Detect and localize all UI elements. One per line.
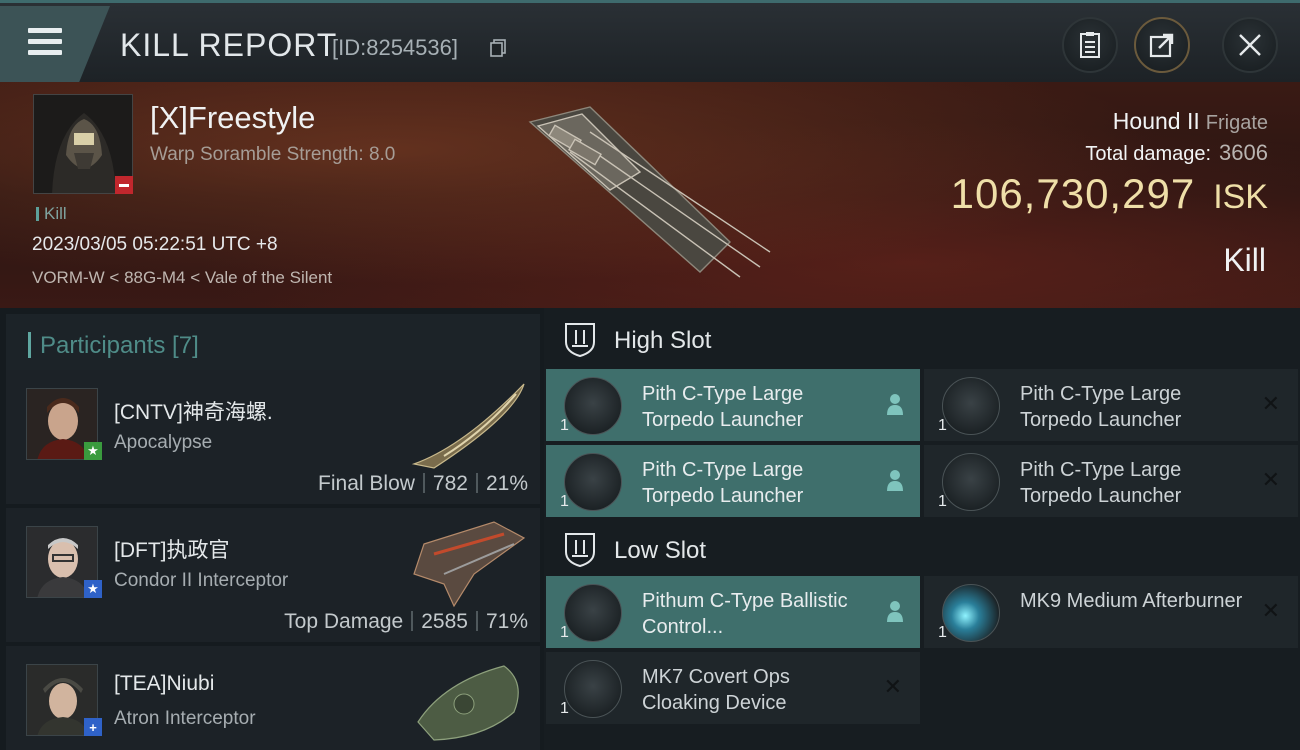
cloaking-device-icon (564, 660, 622, 718)
torpedo-launcher-icon (942, 377, 1000, 435)
afterburner-icon (942, 584, 1000, 642)
torpedo-launcher-icon (942, 453, 1000, 511)
module-name: MK7 Covert Ops Cloaking Device (642, 666, 790, 714)
victim-ship[interactable]: Hound II Frigate (1113, 108, 1268, 135)
close-icon (1239, 34, 1261, 56)
victim-ship-image[interactable] (520, 102, 790, 282)
ship-name: Hound II (1112, 108, 1200, 134)
report-id: [ID:8254536] (332, 35, 458, 60)
isk-value: 106,730,297 ISK (951, 170, 1268, 218)
module-item[interactable]: 1 Pithum C-Type Ballistic Control... (546, 576, 920, 648)
destroyed-x-icon: ✕ (883, 674, 902, 699)
menu-icon (28, 28, 62, 61)
high-slot-header: High Slot (544, 308, 1300, 368)
low-slot-label: Low Slot (614, 537, 707, 564)
module-quantity: 1 (938, 493, 947, 510)
destroyed-x-icon: ✕ (1261, 598, 1280, 623)
total-damage-label: Total damage: (1085, 143, 1212, 165)
isk-amount: 106,730,297 (950, 170, 1196, 217)
victim-summary: [X]Freestyle Warp Soramble Strength: 8.0… (0, 82, 1300, 308)
participant-row[interactable]: ★ [CNTV]神奇海螺. Apocalypse Final Blow 782 21… (6, 370, 540, 504)
module-quantity: 1 (560, 493, 569, 510)
participants-panel: Participants [7] ★ [CNTV]神奇海螺. Apocalyps… (0, 308, 544, 750)
share-icon (1149, 33, 1174, 58)
warp-scramble-strength: Warp Soramble Strength: 8.0 (150, 144, 396, 165)
participant-stats: Top Damage 2585 71% (284, 610, 528, 634)
participant-role: Top Damage (284, 610, 404, 633)
person-icon (887, 470, 903, 491)
module-name: MK9 Medium Afterburner (1020, 590, 1243, 612)
module-quantity: 1 (938, 624, 947, 641)
corp-star-badge: ★ (84, 580, 102, 598)
destroyed-x-icon: ✕ (1261, 391, 1280, 416)
page-title: KILL REPORT (120, 27, 338, 63)
participant-damage: 2585 (421, 610, 468, 633)
participant-percent: 21% (485, 472, 528, 495)
low-slot-header: Low Slot (544, 518, 1300, 578)
ally-star-badge: ★ (84, 442, 102, 460)
module-item[interactable]: 1 MK7 Covert Ops Cloaking Device ✕ (546, 652, 920, 724)
copy-icon[interactable] (490, 39, 506, 57)
participant-ship-image (411, 383, 525, 469)
participant-role: Final Blow (318, 472, 415, 495)
victim-name[interactable]: [X]Freestyle (150, 100, 315, 136)
module-item[interactable]: 1 Pith C-Type Large Torpedo Launcher (546, 445, 920, 517)
module-name: Pith C-Type Large Torpedo Launcher (642, 459, 804, 507)
module-name: Pith C-Type Large Torpedo Launcher (1020, 383, 1182, 431)
participant-ship: Apocalypse (114, 432, 213, 453)
isk-unit: ISK (1213, 178, 1268, 216)
high-slot-icon (565, 323, 595, 358)
participant-row[interactable]: + [TEA]Niubi Atron Interceptor (6, 646, 540, 750)
low-slot-icon (565, 533, 595, 568)
ship-class: Frigate (1205, 112, 1268, 134)
torpedo-launcher-icon (564, 377, 622, 435)
total-damage-value: 3606 (1219, 140, 1268, 165)
participant-ship-image (413, 521, 526, 608)
high-slot-label: High Slot (614, 327, 712, 354)
kill-tag: Kill (36, 204, 67, 224)
clipboard-icon (1080, 32, 1100, 58)
participant-name: [DFT]执政官 (114, 539, 230, 562)
module-item[interactable]: 1 Pith C-Type Large Torpedo Launcher ✕ (924, 445, 1298, 517)
menu-button[interactable] (0, 6, 110, 82)
participant-percent: 71% (485, 610, 528, 633)
torpedo-launcher-icon (564, 453, 622, 511)
participant-row[interactable]: ★ [DFT]执政官 Condor II Interceptor Top Dam… (6, 508, 540, 642)
participants-header: Participants [7] (6, 314, 540, 370)
module-quantity: 1 (560, 700, 569, 717)
person-icon (887, 394, 903, 415)
total-damage: Total damage: 3606 (1085, 140, 1268, 166)
top-bar: KILL REPORT [ID:8254536] (0, 0, 1300, 82)
kill-datetime: 2023/03/05 05:22:51 UTC +8 (32, 234, 278, 255)
participant-ship: Atron Interceptor (114, 708, 256, 729)
participant-name: [TEA]Niubi (114, 672, 215, 695)
participant-damage: 782 (432, 472, 468, 495)
module-quantity: 1 (560, 417, 569, 434)
destroyed-x-icon: ✕ (1261, 467, 1280, 492)
person-icon (887, 601, 903, 622)
module-quantity: 1 (560, 624, 569, 641)
participant-ship: Condor II Interceptor (114, 570, 289, 591)
participant-name: [CNTV]神奇海螺. (114, 401, 273, 424)
module-item[interactable]: 1 Pith C-Type Large Torpedo Launcher (546, 369, 920, 441)
close-button[interactable] (1222, 17, 1278, 73)
share-button[interactable] (1134, 17, 1190, 73)
participant-ship-image (417, 665, 519, 741)
module-name: Pith C-Type Large Torpedo Launcher (1020, 459, 1182, 507)
module-item[interactable]: 1 Pith C-Type Large Torpedo Launcher ✕ (924, 369, 1298, 441)
kill-result: Kill (1223, 242, 1266, 278)
fleet-plus-badge: + (84, 718, 102, 736)
module-quantity: 1 (938, 417, 947, 434)
clipboard-button[interactable] (1062, 17, 1118, 73)
module-name: Pith C-Type Large Torpedo Launcher (642, 383, 804, 431)
participant-stats: Final Blow 782 21% (318, 472, 528, 496)
fitting-panel: High Slot 1 Pith C-Type Large Torpedo La… (544, 308, 1300, 750)
ballistic-control-icon (564, 584, 622, 642)
module-name: Pithum C-Type Ballistic Control... (642, 590, 848, 638)
hostile-badge (115, 176, 133, 194)
module-item[interactable]: 1 MK9 Medium Afterburner ✕ (924, 576, 1298, 648)
participants-title: Participants [7] (40, 332, 199, 359)
kill-location[interactable]: VORM-W < 88G-M4 < Vale of the Silent (32, 268, 332, 288)
